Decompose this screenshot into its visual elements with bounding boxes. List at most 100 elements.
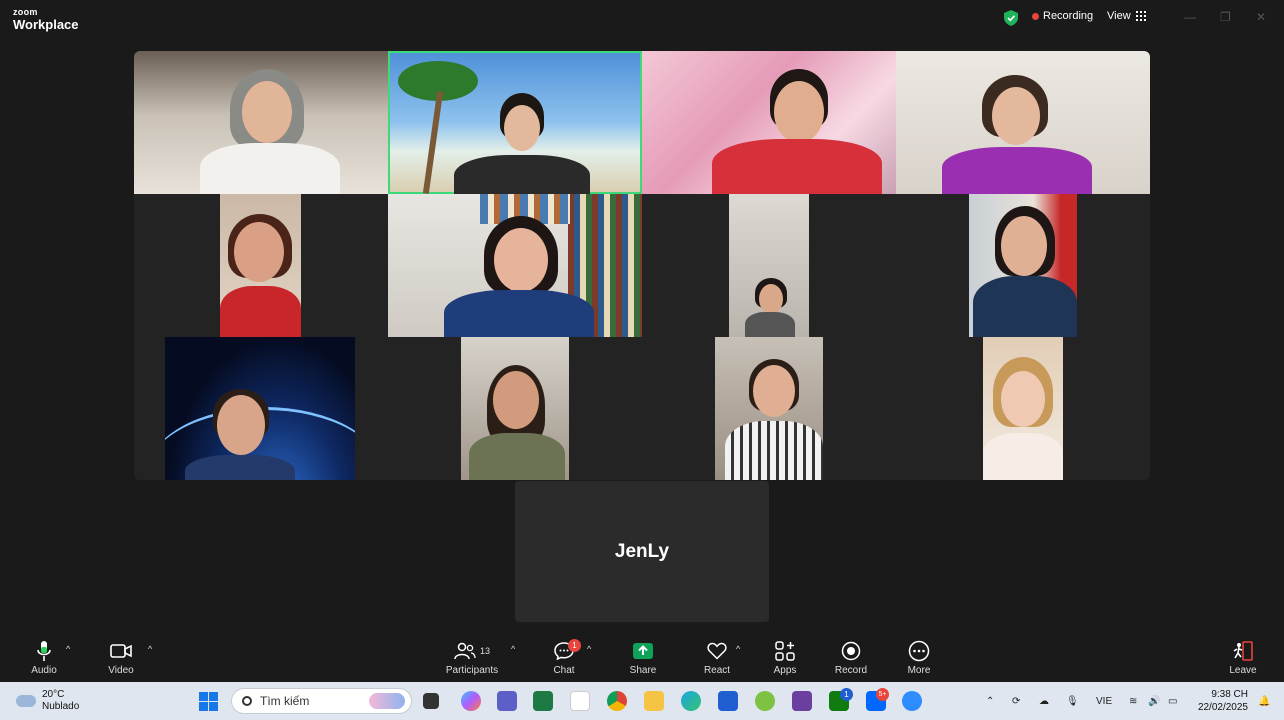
video-tile[interactable] xyxy=(165,337,355,480)
file-explorer-icon[interactable] xyxy=(644,691,664,711)
recording-dot-icon xyxy=(1032,12,1039,20)
sync-icon[interactable]: ⟳ xyxy=(1012,682,1020,720)
participants-options-chevron-icon[interactable]: ^ xyxy=(511,644,515,654)
react-options-chevron-icon[interactable]: ^ xyxy=(736,644,740,654)
close-button[interactable]: ✕ xyxy=(1256,10,1266,24)
react-button[interactable]: React xyxy=(701,639,733,676)
wifi-icon[interactable]: ≋ xyxy=(1129,682,1137,720)
capcut-icon[interactable] xyxy=(570,691,590,711)
brand-large: Workplace xyxy=(13,17,79,32)
minimize-button[interactable]: — xyxy=(1184,10,1196,24)
participants-icon: 13 xyxy=(441,639,503,663)
more-options-icon xyxy=(903,639,935,663)
system-clock[interactable]: 9:38 CH 22/02/2025 xyxy=(1194,688,1248,714)
chat-options-chevron-icon[interactable]: ^ xyxy=(587,644,591,654)
record-icon xyxy=(833,639,869,663)
video-options-chevron-icon[interactable]: ^ xyxy=(148,644,152,654)
more-label: More xyxy=(907,665,931,676)
apps-label: Apps xyxy=(773,665,797,676)
taskbar-search-box[interactable]: Tìm kiếm xyxy=(231,688,412,714)
heart-icon xyxy=(701,639,733,663)
photos-icon[interactable] xyxy=(792,691,812,711)
task-view-icon[interactable] xyxy=(423,693,439,709)
battery-icon[interactable]: ▭ xyxy=(1168,682,1177,720)
audio-options-chevron-icon[interactable]: ^ xyxy=(66,644,70,654)
zoom-taskbar-icon[interactable] xyxy=(902,691,922,711)
video-tile[interactable] xyxy=(388,51,642,194)
notification-bell-icon[interactable]: 🔔 xyxy=(1258,682,1270,720)
recording-label: Recording xyxy=(1043,10,1094,22)
weather-condition: Nublado xyxy=(42,701,80,712)
clock-date: 22/02/2025 xyxy=(1197,702,1248,713)
teams-icon[interactable] xyxy=(497,691,517,711)
leave-label: Leave xyxy=(1229,665,1257,676)
shield-icon[interactable] xyxy=(1004,10,1018,26)
xbox-badge: 1 xyxy=(840,688,853,701)
chevron-up-icon[interactable]: ⌃ xyxy=(986,682,994,720)
participant-name-tile[interactable]: JenLy xyxy=(515,481,769,622)
cloud-icon xyxy=(16,695,36,707)
leave-button[interactable]: Leave xyxy=(1226,639,1260,676)
video-label: Video xyxy=(108,665,134,676)
coc-coc-icon[interactable] xyxy=(755,691,775,711)
audio-button[interactable]: Audio xyxy=(26,639,62,676)
audio-label: Audio xyxy=(31,665,57,676)
chat-label: Chat xyxy=(553,665,575,676)
copilot-icon[interactable] xyxy=(461,691,481,711)
store-icon[interactable] xyxy=(718,691,738,711)
search-highlight-icon xyxy=(369,693,405,709)
edge-icon[interactable] xyxy=(681,691,701,711)
video-tile[interactable] xyxy=(983,337,1063,480)
video-tile[interactable] xyxy=(388,194,642,337)
participant-name: JenLy xyxy=(614,540,670,562)
camera-icon xyxy=(103,639,139,663)
more-button[interactable]: More xyxy=(903,639,935,676)
clock-time: 9:38 CH xyxy=(1211,689,1248,700)
record-label: Record xyxy=(834,665,868,676)
cloud-sync-icon[interactable]: ☁ xyxy=(1039,682,1049,720)
excel-icon[interactable] xyxy=(533,691,553,711)
apps-icon xyxy=(770,639,800,663)
view-button[interactable]: View xyxy=(1107,10,1146,22)
weather-widget[interactable]: 20°C Nublado xyxy=(16,689,79,713)
chrome-icon[interactable] xyxy=(607,691,627,711)
view-label: View xyxy=(1107,10,1131,22)
language-indicator[interactable]: VIE xyxy=(1096,682,1112,720)
video-tile[interactable] xyxy=(896,51,1150,194)
share-button[interactable]: Share xyxy=(626,639,660,676)
chat-button[interactable]: 1 Chat xyxy=(548,639,581,676)
brand-small: zoom xyxy=(13,7,38,17)
meeting-toolbar: Audio ^ Video ^ 13 Participants ^ 1 Chat… xyxy=(0,632,1284,682)
weather-temperature: 20°C xyxy=(42,689,65,700)
video-gallery xyxy=(134,51,1150,480)
share-screen-icon xyxy=(626,639,660,663)
video-tile[interactable] xyxy=(729,194,809,337)
zalo-badge: 5+ xyxy=(876,688,889,701)
zoom-logo: zoom Workplace xyxy=(13,7,79,32)
video-tile[interactable] xyxy=(220,194,301,337)
recording-indicator[interactable]: Recording xyxy=(1032,10,1093,22)
windows-start-icon[interactable] xyxy=(199,692,218,711)
search-icon xyxy=(242,696,252,706)
video-button[interactable]: Video xyxy=(103,639,139,676)
participants-count: 13 xyxy=(479,646,490,656)
chat-badge: 1 xyxy=(568,639,581,652)
title-bar: zoom Workplace Recording View — ❐ ✕ xyxy=(0,0,1284,38)
leave-door-icon xyxy=(1226,639,1260,663)
record-button[interactable]: Record xyxy=(833,639,869,676)
maximize-button[interactable]: ❐ xyxy=(1220,10,1231,24)
apps-button[interactable]: Apps xyxy=(770,639,800,676)
participants-button[interactable]: 13 Participants xyxy=(441,639,503,676)
grid-icon xyxy=(1135,11,1146,21)
volume-icon[interactable]: 🔊 xyxy=(1148,682,1160,720)
search-placeholder: Tìm kiếm xyxy=(260,694,310,708)
video-tile[interactable] xyxy=(461,337,569,480)
participants-label: Participants xyxy=(445,665,499,676)
windows-taskbar: 20°C Nublado Tìm kiếm 1 5+ ⌃ ⟳ ☁ 🎙 VIE ≋… xyxy=(0,682,1284,720)
microphone-tray-icon[interactable]: 🎙 xyxy=(1066,682,1079,720)
video-tile[interactable] xyxy=(134,51,388,194)
video-tile[interactable] xyxy=(642,51,896,194)
video-tile[interactable] xyxy=(969,194,1077,337)
react-label: React xyxy=(703,665,731,676)
video-tile[interactable] xyxy=(715,337,823,480)
